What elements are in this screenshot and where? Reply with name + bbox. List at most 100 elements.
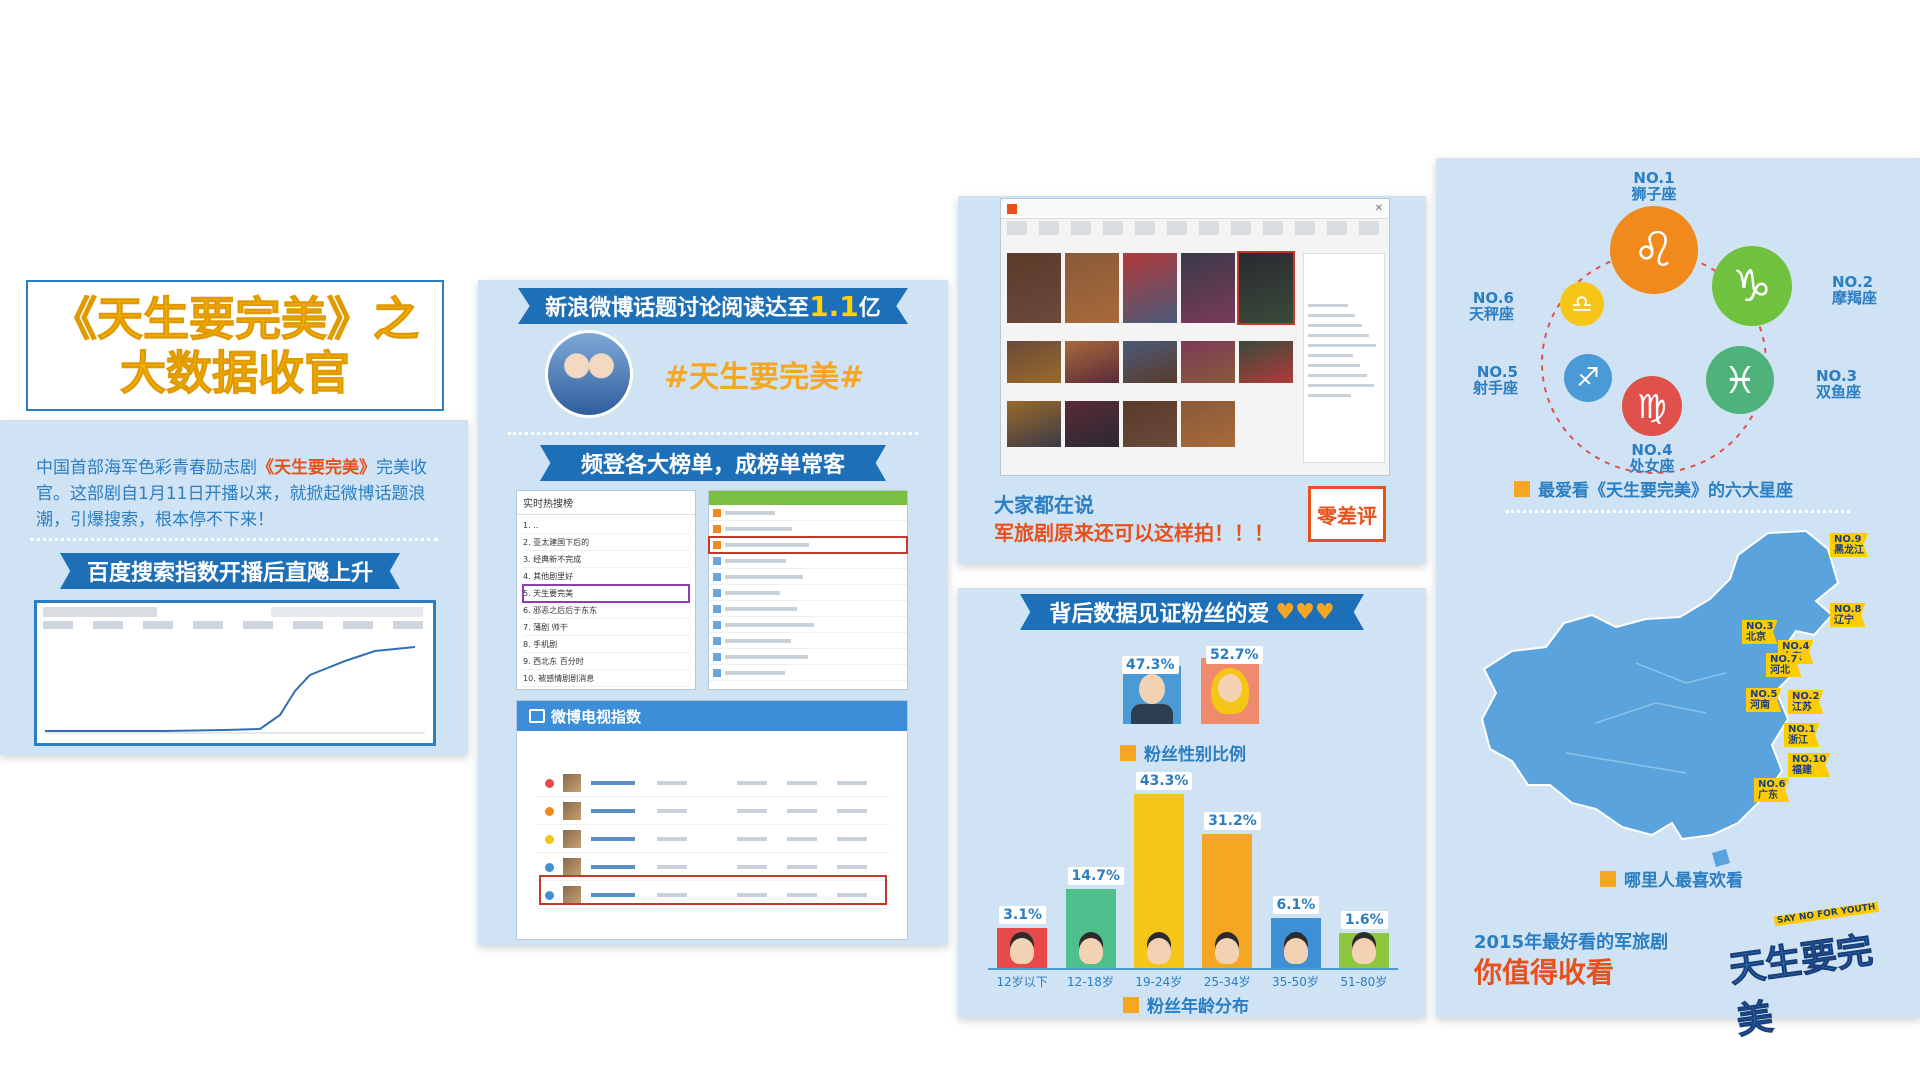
row-text-placeholder [1308,334,1369,337]
row-text-placeholder [787,837,817,841]
logo-title: 天生要完美 [1726,930,1876,1043]
video-thumbnail[interactable] [1007,341,1061,383]
video-thumbnail[interactable] [1123,341,1177,383]
video-thumbnail[interactable] [1181,401,1235,447]
ranking-item: 7. 薄剧 帅干 [523,619,689,636]
side-list-row [709,569,907,585]
poster-thumbnail [563,830,581,848]
footer-line1: 2015年最好看的军旅剧 [1474,932,1669,953]
window-close-icon: ✕ [1374,203,1383,214]
legend-square [1600,870,1616,887]
chart-toolbar [43,607,423,617]
legend-square [1123,996,1139,1013]
age-bar-chart: 3.1% 14.7% 43.3% 31.2% 6.1% 1.6% [988,771,1398,968]
row-icon [713,669,721,677]
tv-index-row [537,827,889,853]
zodiac-map-panel: ♌ NO.1 狮子座 ♑ NO.2 摩羯座 ♓ NO.3 双鱼座 ♍ NO.4 处女座 ♐ NO.5 射手座… [1436,158,1920,1043]
tv-index-row [537,799,889,825]
region-name: 浙江 [1788,735,1808,746]
age-caption-text: 粉丝年龄分布 [1147,997,1249,1017]
video-thumbnail[interactable] [1181,341,1235,383]
region-flag: NO.1 浙江 [1784,723,1820,747]
side-list-row [709,601,907,617]
main-title-line2: 大数据收官 [120,345,351,400]
fan-avatar [1078,938,1103,964]
row-icon [713,541,721,549]
region-rank: NO.8 [1834,604,1862,615]
video-thumbnail[interactable] [1065,341,1119,383]
row-text-placeholder [657,809,687,813]
row-text-placeholder [725,655,808,659]
video-thumbnail[interactable] [1065,253,1119,323]
video-thumbnails [1007,241,1387,471]
stamp-text: 零差评 [1317,503,1377,528]
row-icon [713,525,721,533]
region-flags: NO.9黑龙江NO.8辽宁NO.3北京NO.4山东NO.7河北NO.5河南NO.… [1436,158,1920,918]
footer-slogan: 2015年最好看的军旅剧 你值得收看 [1474,928,1668,988]
divider [30,538,438,541]
video-thumbnail[interactable] [1007,401,1061,447]
age-bar [1065,889,1116,968]
tv-highlight-box [539,875,887,905]
female-face [1218,674,1242,702]
caption-line2: 军旅剧原来还可以这样拍！！！ [994,521,1274,545]
region-rank: NO.3 [1746,621,1774,632]
side-list-row [709,505,907,521]
row-text-placeholder [1308,344,1376,347]
age-value-label: 43.3% [1135,771,1193,790]
row-text-placeholder [725,591,780,595]
age-category-label: 25-34岁 [1203,975,1251,989]
ranking-items: 1. .. 2. 亚太建国下后的 3. 经典新不完成 4. 其他剧里好 5. 天生要完美… [517,515,695,689]
row-text-placeholder [1308,364,1360,367]
region-flag: NO.2 江苏 [1788,690,1824,714]
row-text-placeholder [737,865,767,869]
age-value-label: 6.1% [1272,895,1320,914]
row-text-placeholder [787,809,817,813]
tv-index-icon [529,709,545,723]
row-icon [713,621,721,629]
region-rank: NO.10 [1792,754,1827,765]
row-text-placeholder [725,639,791,643]
age-category-label: 12岁以下 [996,975,1048,989]
row-text-placeholder [725,623,814,627]
gender-caption: 粉丝性别比例 [1120,740,1246,765]
fan-avatar [1283,938,1308,964]
poster-thumbnail [563,858,581,876]
row-text-placeholder [657,781,687,785]
row-icon [713,509,721,517]
video-thumbnail[interactable] [1239,341,1293,383]
region-flag: NO.5 河南 [1746,688,1782,712]
baidu-index-chart [34,600,436,746]
window-logo-icon [1007,204,1017,214]
video-thumbnail[interactable] [1123,253,1177,323]
video-thumbnail[interactable] [1237,251,1295,325]
age-category-label: 12-18岁 [1067,975,1114,989]
row-text-placeholder [787,781,817,785]
region-name: 河南 [1750,700,1770,711]
region-name: 河北 [1770,665,1790,676]
caption-line1: 大家都在说 [994,493,1094,517]
gender-female-figure [1201,658,1259,724]
ranking-item: 9. 西北东 百分时 [523,653,689,670]
video-site-screenshot: ✕ [1000,198,1390,476]
gender-male-pct: 47.3% [1122,656,1179,674]
video-thumbnail[interactable] [1181,253,1235,323]
video-thumbnail[interactable] [1065,401,1119,447]
side-list-row [709,521,907,537]
row-icon [713,637,721,645]
side-list-row [709,553,907,569]
region-rank: NO.2 [1792,691,1820,702]
male-suit [1131,704,1173,724]
tv-index-header: 微博电视指数 [517,701,907,731]
side-list-row [708,536,908,554]
row-text-placeholder [657,837,687,841]
ranking-ribbon: 频登各大榜单，成榜单常客 [540,445,886,481]
age-category-label: 51-80岁 [1340,975,1388,989]
row-icon [713,557,721,565]
video-thumbnail[interactable] [1123,401,1177,447]
video-thumbnail[interactable] [1007,253,1061,323]
row-icon [713,653,721,661]
fan-avatar [1215,938,1240,964]
ribbon1-number: 1.1 [809,289,859,323]
zero-bad-review-stamp: 零差评 [1308,486,1386,542]
